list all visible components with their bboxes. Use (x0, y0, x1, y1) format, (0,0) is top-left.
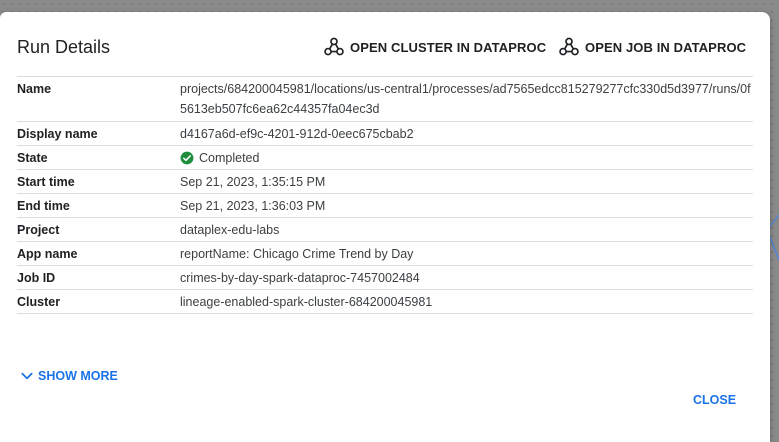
detail-row-name: Name projects/684200045981/locations/us-… (17, 77, 753, 122)
detail-value-state: Completed (180, 146, 753, 169)
detail-label: Project (17, 223, 60, 237)
status-indicator: Completed (180, 151, 753, 165)
show-more-label: SHOW MORE (38, 369, 118, 383)
check-circle-icon (180, 151, 194, 165)
detail-value: reportName: Chicago Crime Trend by Day (180, 247, 414, 261)
show-more-button[interactable]: SHOW MORE (20, 369, 118, 383)
detail-label: Display name (17, 127, 98, 141)
detail-label: State (17, 151, 48, 165)
dialog-title: Run Details (17, 37, 111, 57)
detail-row-cluster: Cluster lineage-enabled-spark-cluster-68… (17, 290, 753, 314)
open-cluster-label: OPEN CLUSTER IN DATAPROC (350, 39, 547, 55)
dialog-header: Run Details OPEN CLUSTER IN DATAPROC OPE… (17, 36, 753, 60)
detail-label: End time (17, 199, 70, 213)
detail-value: Sep 21, 2023, 1:35:15 PM (180, 175, 326, 189)
detail-row-start-time: Start time Sep 21, 2023, 1:35:15 PM (17, 170, 753, 194)
detail-value: crimes-by-day-spark-dataproc-7457002484 (180, 271, 420, 285)
detail-value: projects/684200045981/locations/us-centr… (180, 82, 751, 116)
detail-row-app-name: App name reportName: Chicago Crime Trend… (17, 242, 753, 266)
open-job-in-dataproc-button[interactable]: OPEN JOB IN DATAPROC (558, 36, 746, 58)
detail-row-end-time: End time Sep 21, 2023, 1:36:03 PM (17, 194, 753, 218)
dataproc-icon (559, 37, 579, 56)
detail-label: Start time (17, 175, 75, 189)
detail-label: Job ID (17, 271, 56, 285)
details-table: Name projects/684200045981/locations/us-… (17, 76, 753, 314)
detail-row-state: State Completed (17, 146, 753, 170)
chevron-down-icon (21, 372, 33, 380)
status-text: Completed (199, 151, 260, 165)
detail-row-project: Project dataplex-edu-labs (17, 218, 753, 242)
detail-row-display-name: Display name d4167a6d-ef9c-4201-912d-0ee… (17, 122, 753, 146)
open-cluster-in-dataproc-button[interactable]: OPEN CLUSTER IN DATAPROC (323, 36, 546, 58)
detail-label: Cluster (17, 295, 61, 309)
detail-label: Name (17, 82, 52, 96)
detail-value: dataplex-edu-labs (180, 223, 280, 237)
detail-label: App name (17, 247, 78, 261)
detail-value: d4167a6d-ef9c-4201-912d-0eec675cbab2 (180, 127, 414, 141)
dataproc-icon (324, 37, 344, 56)
detail-value: Sep 21, 2023, 1:36:03 PM (180, 199, 326, 213)
open-job-label: OPEN JOB IN DATAPROC (585, 39, 747, 55)
close-button[interactable]: CLOSE (693, 393, 736, 407)
detail-row-job-id: Job ID crimes-by-day-spark-dataproc-7457… (17, 266, 753, 290)
detail-value: lineage-enabled-spark-cluster-6842000459… (180, 295, 433, 309)
run-details-dialog: Run Details OPEN CLUSTER IN DATAPROC OPE… (0, 12, 770, 442)
